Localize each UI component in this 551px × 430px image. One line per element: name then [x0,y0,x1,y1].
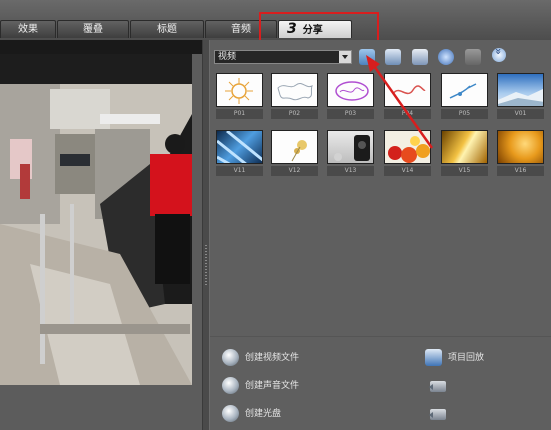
view-options-icon[interactable] [412,49,428,65]
thumbnail-v01[interactable] [497,73,544,107]
sun-sketch-image [225,78,253,104]
camcorder-icon[interactable] [429,381,446,392]
thumbnail-label: V01 [497,109,544,119]
thumbnail-p04[interactable] [384,73,431,107]
thumbnail-v12[interactable] [271,130,318,164]
divider [210,336,551,337]
flower-photo-image [291,140,307,162]
create-disc-button[interactable]: 创建光盘 [222,405,372,423]
red-sketch-image [392,85,426,95]
purple-sketch-image [335,81,369,101]
blue-abstract-image [217,131,262,163]
category-value: 视频 [218,52,237,62]
thumbnail-p02[interactable] [271,73,318,107]
preview-bottom-area [0,385,205,430]
thumbnail-label: P02 [271,109,318,119]
project-playback-button[interactable]: 项目回放 [425,349,545,367]
create-audio-file-label: 创建声音文件 [245,381,300,391]
audio-icon [222,377,239,394]
thumbnail-v13[interactable] [327,130,374,164]
thumbnail-label: P05 [441,109,488,119]
disc-icon [222,405,239,422]
preview-frame-image [0,54,192,385]
thumbnail-label: V12 [271,166,318,176]
map-sketch-image [277,82,313,101]
tab-effects[interactable]: 效果 [0,20,56,38]
camera-photo-image [334,135,370,161]
film-reel-icon [222,349,239,366]
thumbnail-label: P03 [327,109,374,119]
playback-icon [425,349,442,366]
tab-overlay[interactable]: 覆叠 [57,20,129,38]
thumbnail-label: V14 [384,166,431,176]
thumbnail-label: V15 [441,166,488,176]
preview-top-bar [0,40,205,54]
splitter-grip[interactable] [205,245,207,285]
thumbnail-v16[interactable] [497,130,544,164]
thumbnail-label: V13 [327,166,374,176]
blue-sketch-image [449,83,477,99]
create-video-file-label: 创建视频文件 [245,353,300,363]
grid-icon[interactable] [465,49,481,65]
video-preview[interactable] [0,54,192,385]
panel-splitter[interactable] [202,40,210,430]
create-disc-label: 创建光盘 [245,409,282,419]
thumbnail-v11[interactable] [216,130,263,164]
create-audio-file-button[interactable]: 创建声音文件 [222,377,372,395]
thumbnail-p01[interactable] [216,73,263,107]
category-dropdown[interactable]: 视频 [214,50,352,64]
folder-open-icon[interactable] [359,49,375,65]
sky-photo-image [498,88,543,106]
thumbnail-p03[interactable] [327,73,374,107]
thumbnail-p05[interactable] [441,73,488,107]
thumbnail-label: V11 [216,166,263,176]
create-video-file-button[interactable]: 创建视频文件 [222,349,372,367]
thumbnail-label: P01 [216,109,263,119]
thumbnail-label: V16 [497,166,544,176]
refresh-icon[interactable] [438,49,454,65]
more-icon[interactable] [492,48,506,62]
thumbnail-label: P04 [384,109,431,119]
thumbnail-v14[interactable] [384,130,431,164]
tab-title[interactable]: 标题 [130,20,204,38]
camcorder-icon[interactable] [429,409,446,420]
chevron-down-icon[interactable] [339,51,351,63]
import-icon[interactable] [385,49,401,65]
thumbnail-v15[interactable] [441,130,488,164]
fruit-photo-image [388,136,430,163]
project-playback-label: 项目回放 [448,353,485,363]
